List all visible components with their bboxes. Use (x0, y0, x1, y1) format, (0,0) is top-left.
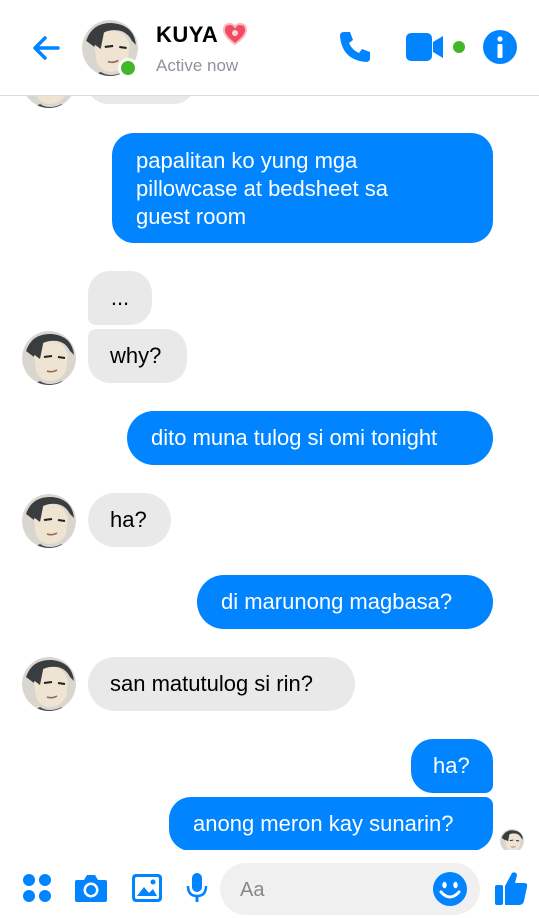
emoji-icon[interactable] (432, 871, 468, 907)
outgoing-message[interactable]: anong meron kay sunarin? (169, 797, 493, 850)
outgoing-message[interactable]: dito muna tulog si omi tonight (127, 411, 493, 465)
seen-avatar (500, 829, 524, 850)
incoming-message[interactable] (88, 96, 194, 104)
image-icon[interactable] (131, 873, 163, 903)
microphone-icon[interactable] (185, 872, 209, 904)
heart-icon (222, 22, 248, 46)
contact-avatar-small (22, 96, 76, 108)
back-arrow-icon[interactable] (28, 30, 64, 66)
apps-grid-icon[interactable] (22, 873, 52, 903)
message-line: papalitan ko yung mga (136, 148, 358, 173)
message-line: pillowcase at bedsheet sa (136, 176, 388, 201)
message-composer (0, 850, 539, 918)
info-icon[interactable] (482, 29, 518, 65)
incoming-message[interactable]: san matutulog si rin? (88, 657, 355, 711)
contact-avatar-small (22, 657, 76, 711)
message-input-field[interactable] (220, 863, 480, 917)
message-line: guest room (136, 204, 247, 229)
online-indicator (118, 58, 138, 78)
phone-icon[interactable] (336, 28, 374, 66)
conversation-header: KUYA Active now (0, 0, 539, 96)
active-status: Active now (156, 56, 239, 75)
contact-avatar-small (22, 331, 76, 385)
outgoing-message[interactable]: papalitan ko yung mga pillowcase at beds… (112, 133, 493, 243)
incoming-message[interactable]: ha? (88, 493, 171, 547)
message-input[interactable] (238, 863, 432, 917)
message-thread[interactable]: papalitan ko yung mga pillowcase at beds… (0, 96, 539, 850)
incoming-message[interactable]: why? (88, 329, 187, 383)
camera-icon[interactable] (74, 873, 108, 903)
contact-avatar-small (22, 494, 76, 548)
contact-name[interactable]: KUYA (156, 22, 218, 48)
outgoing-message[interactable]: di marunong magbasa? (197, 575, 493, 629)
thumbs-up-icon[interactable] (494, 870, 528, 906)
outgoing-message[interactable]: ha? (411, 739, 493, 793)
incoming-message[interactable]: ... (88, 271, 152, 325)
video-camera-icon[interactable] (406, 32, 470, 62)
